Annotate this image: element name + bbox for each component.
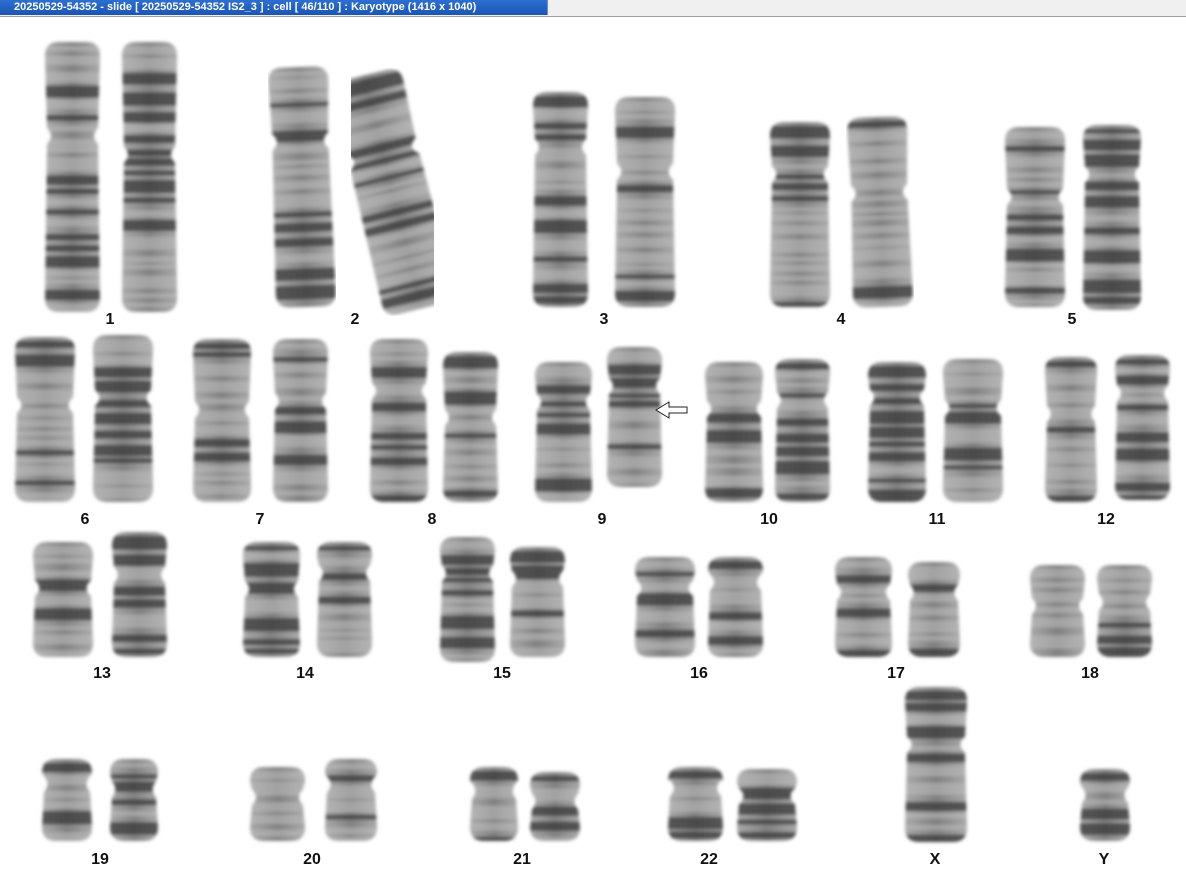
chromosome-label-21: 21 (513, 851, 531, 868)
chromosome-6-a (15, 337, 75, 502)
chromosome-5-a (1005, 127, 1065, 307)
chromosome-3-b (615, 97, 675, 307)
chromosome-22-a (668, 767, 723, 841)
chromosome-label-19: 19 (91, 851, 109, 868)
chromosome-label-8: 8 (427, 511, 437, 528)
chromosome-4-a (770, 122, 830, 307)
chromosome-14-b (317, 542, 372, 657)
chromosome-label-14: 14 (296, 665, 314, 682)
chromosome-label-2: 2 (350, 311, 360, 328)
chromosome-12-a (1045, 357, 1097, 502)
chromosome-label-17: 17 (887, 665, 905, 682)
chromosome-label-12: 12 (1097, 511, 1115, 528)
chromosome-2-b (351, 69, 434, 316)
chromosome-2-a (268, 66, 336, 308)
chromosome-4-b (846, 116, 914, 308)
chromosome-22-b (737, 769, 797, 841)
chromosome-label-4: 4 (836, 311, 846, 328)
chromosome-8-b (443, 352, 498, 502)
chromosome-label-9: 9 (597, 511, 607, 528)
chromosome-10-b (775, 359, 830, 502)
chromosome-7-b (273, 339, 328, 502)
chromosome-label-13: 13 (93, 665, 111, 682)
chromosome-label-22: 22 (700, 851, 718, 868)
chromosome-20-b (325, 759, 377, 841)
chromosome-label-7: 7 (255, 511, 265, 528)
chromosome-label-10: 10 (760, 511, 778, 528)
arrow-left-icon (655, 401, 688, 419)
chromosome-1-b (122, 42, 177, 312)
chromosome-15-b (510, 547, 565, 657)
chromosome-label-6: 6 (80, 511, 90, 528)
chromosome-17-b (908, 562, 960, 657)
chromosome-15-a (440, 537, 495, 662)
chromosome-label-5: 5 (1067, 311, 1077, 328)
chromosome-13-b (112, 532, 167, 657)
chromosome-9-a (535, 362, 592, 502)
chromosome-8-a (370, 339, 428, 502)
chromosome-21-a (470, 767, 518, 841)
chromosome-21-b (530, 772, 580, 841)
window-titlebar-row: 20250529-54352 - slide [ 20250529-54352 … (0, 0, 1186, 17)
chromosome-1-a (45, 42, 100, 312)
chromosome-3-a (533, 92, 588, 307)
chromosome-label-X: X (929, 851, 941, 868)
chromosome-20-a (250, 767, 305, 841)
chromosome-label-15: 15 (493, 665, 511, 682)
chromosome-14-a (243, 542, 300, 657)
chromosome-12-b (1115, 355, 1170, 500)
chromosome-label-20: 20 (303, 851, 321, 868)
chromosome-10-a (705, 362, 763, 502)
chromosome-19-a (42, 759, 92, 841)
chromosome-11-b (943, 359, 1003, 502)
chromosome-label-3: 3 (599, 311, 609, 328)
chromosome-18-a (1030, 565, 1085, 657)
chromosome-6-b (93, 335, 153, 502)
chromosome-16-b (708, 557, 763, 657)
chromosome-5-b (1083, 125, 1141, 310)
chromosome-label-Y: Y (1098, 851, 1110, 868)
chromosome-label-11: 11 (928, 511, 946, 528)
chromosome-13-a (33, 542, 93, 657)
chromosome-7-a (193, 339, 251, 502)
window-title[interactable]: 20250529-54352 - slide [ 20250529-54352 … (0, 0, 548, 15)
chromosome-label-1: 1 (105, 311, 115, 328)
chromosome-X-a (905, 687, 967, 842)
chromosome-label-18: 18 (1081, 665, 1099, 682)
chromosome-Y-a (1080, 769, 1130, 841)
chromosome-11-a (868, 362, 926, 502)
chromosome-16-a (635, 557, 695, 657)
chromosome-18-b (1097, 565, 1152, 657)
chromosome-17-a (835, 557, 892, 657)
chromosome-label-16: 16 (690, 665, 708, 682)
karyotype-canvas: 1 2 3 4 5 6 7 8 9 10 11 12 13 14 15 16 17 18 19 20 21 22 X Y (0, 17, 1186, 876)
chromosome-19-b (110, 759, 158, 841)
